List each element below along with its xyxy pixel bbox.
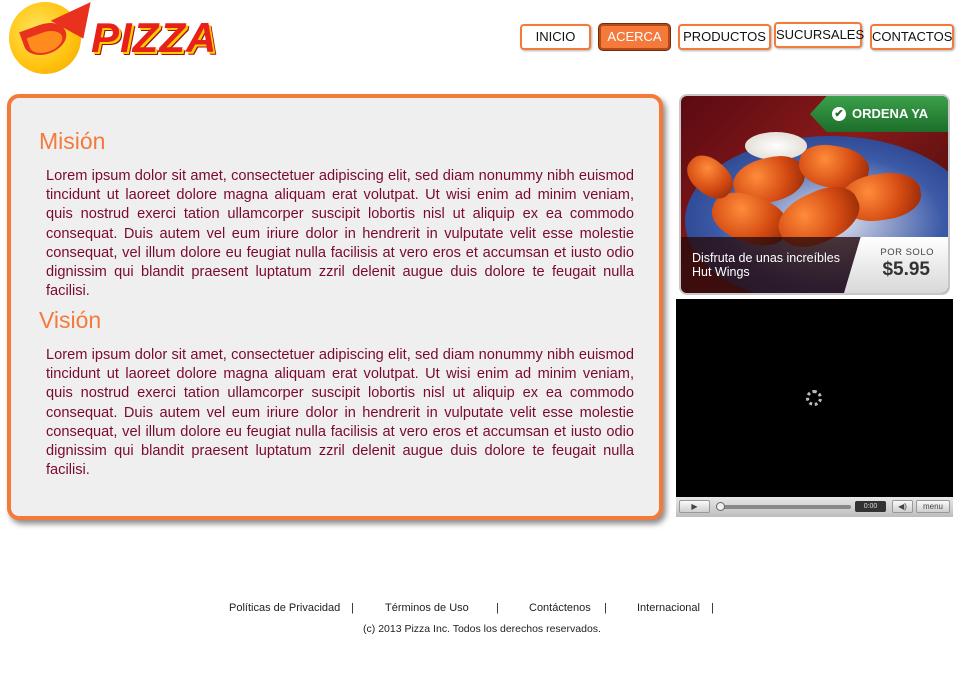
footer-link-privacy[interactable]: Políticas de Privacidad xyxy=(229,602,340,614)
seek-handle[interactable] xyxy=(716,502,725,511)
volume-icon[interactable]: ◀) xyxy=(892,500,913,513)
footer-link-international[interactable]: Internacional xyxy=(637,602,700,614)
footer-separator: | xyxy=(496,602,499,614)
footer-links: Políticas de Privacidad | Términos de Us… xyxy=(0,602,964,618)
vision-text: Lorem ipsum dolor sit amet, consectetuer… xyxy=(46,347,634,479)
video-controls: ▶ 0:00 ◀) menu xyxy=(676,497,953,517)
order-now-button[interactable]: ✔ ORDENA YA xyxy=(810,96,948,132)
time-display: 0:00 xyxy=(855,501,886,512)
nav-sucursales[interactable]: SUCURSALES xyxy=(774,22,864,48)
nav-contactos[interactable]: CONTACTOS xyxy=(870,24,954,50)
check-icon: ✔ xyxy=(832,106,846,121)
footer-link-contact[interactable]: Contáctenos xyxy=(529,602,591,614)
nav-inicio[interactable]: INICIO xyxy=(520,24,591,50)
menu-button[interactable]: menu xyxy=(916,500,950,513)
loading-spinner-icon xyxy=(806,390,822,406)
vision-title: Visión xyxy=(39,307,102,333)
promo-banner[interactable]: ✔ ORDENA YA Disfruta de unas increíbles H… xyxy=(679,94,950,295)
footer-separator: | xyxy=(351,602,354,614)
mission-text: Lorem ipsum dolor sit amet, consectetuer… xyxy=(46,168,634,300)
play-button[interactable]: ▶ xyxy=(679,500,710,513)
price-value: $5.95 xyxy=(882,259,930,280)
footer-link-terms[interactable]: Términos de Uso xyxy=(385,602,469,614)
footer-separator: | xyxy=(711,602,714,614)
seek-bar[interactable] xyxy=(717,505,851,509)
video-player[interactable]: ▶ 0:00 ◀) menu xyxy=(676,299,953,517)
footer-separator: | xyxy=(604,602,607,614)
copyright-text: (c) 2013 Pizza Inc. Todos los derechos r… xyxy=(363,623,601,635)
promo-caption: Disfruta de unas increíbles Hut Wings xyxy=(692,251,840,279)
logo-text: PIZZA xyxy=(91,14,218,61)
price-label: POR SOLO xyxy=(880,247,934,258)
order-now-label: ORDENA YA xyxy=(852,106,929,121)
content-panel: Misión Lorem ipsum dolor sit amet, conse… xyxy=(7,94,663,520)
nav-productos[interactable]: PRODUCTOS xyxy=(678,24,771,50)
price-box: POR SOLO $5.95 xyxy=(844,237,948,293)
mission-title: Misión xyxy=(39,128,106,154)
pizza-logo[interactable]: PIZZA xyxy=(9,2,221,76)
nav-acerca[interactable]: ACERCA xyxy=(599,24,670,50)
